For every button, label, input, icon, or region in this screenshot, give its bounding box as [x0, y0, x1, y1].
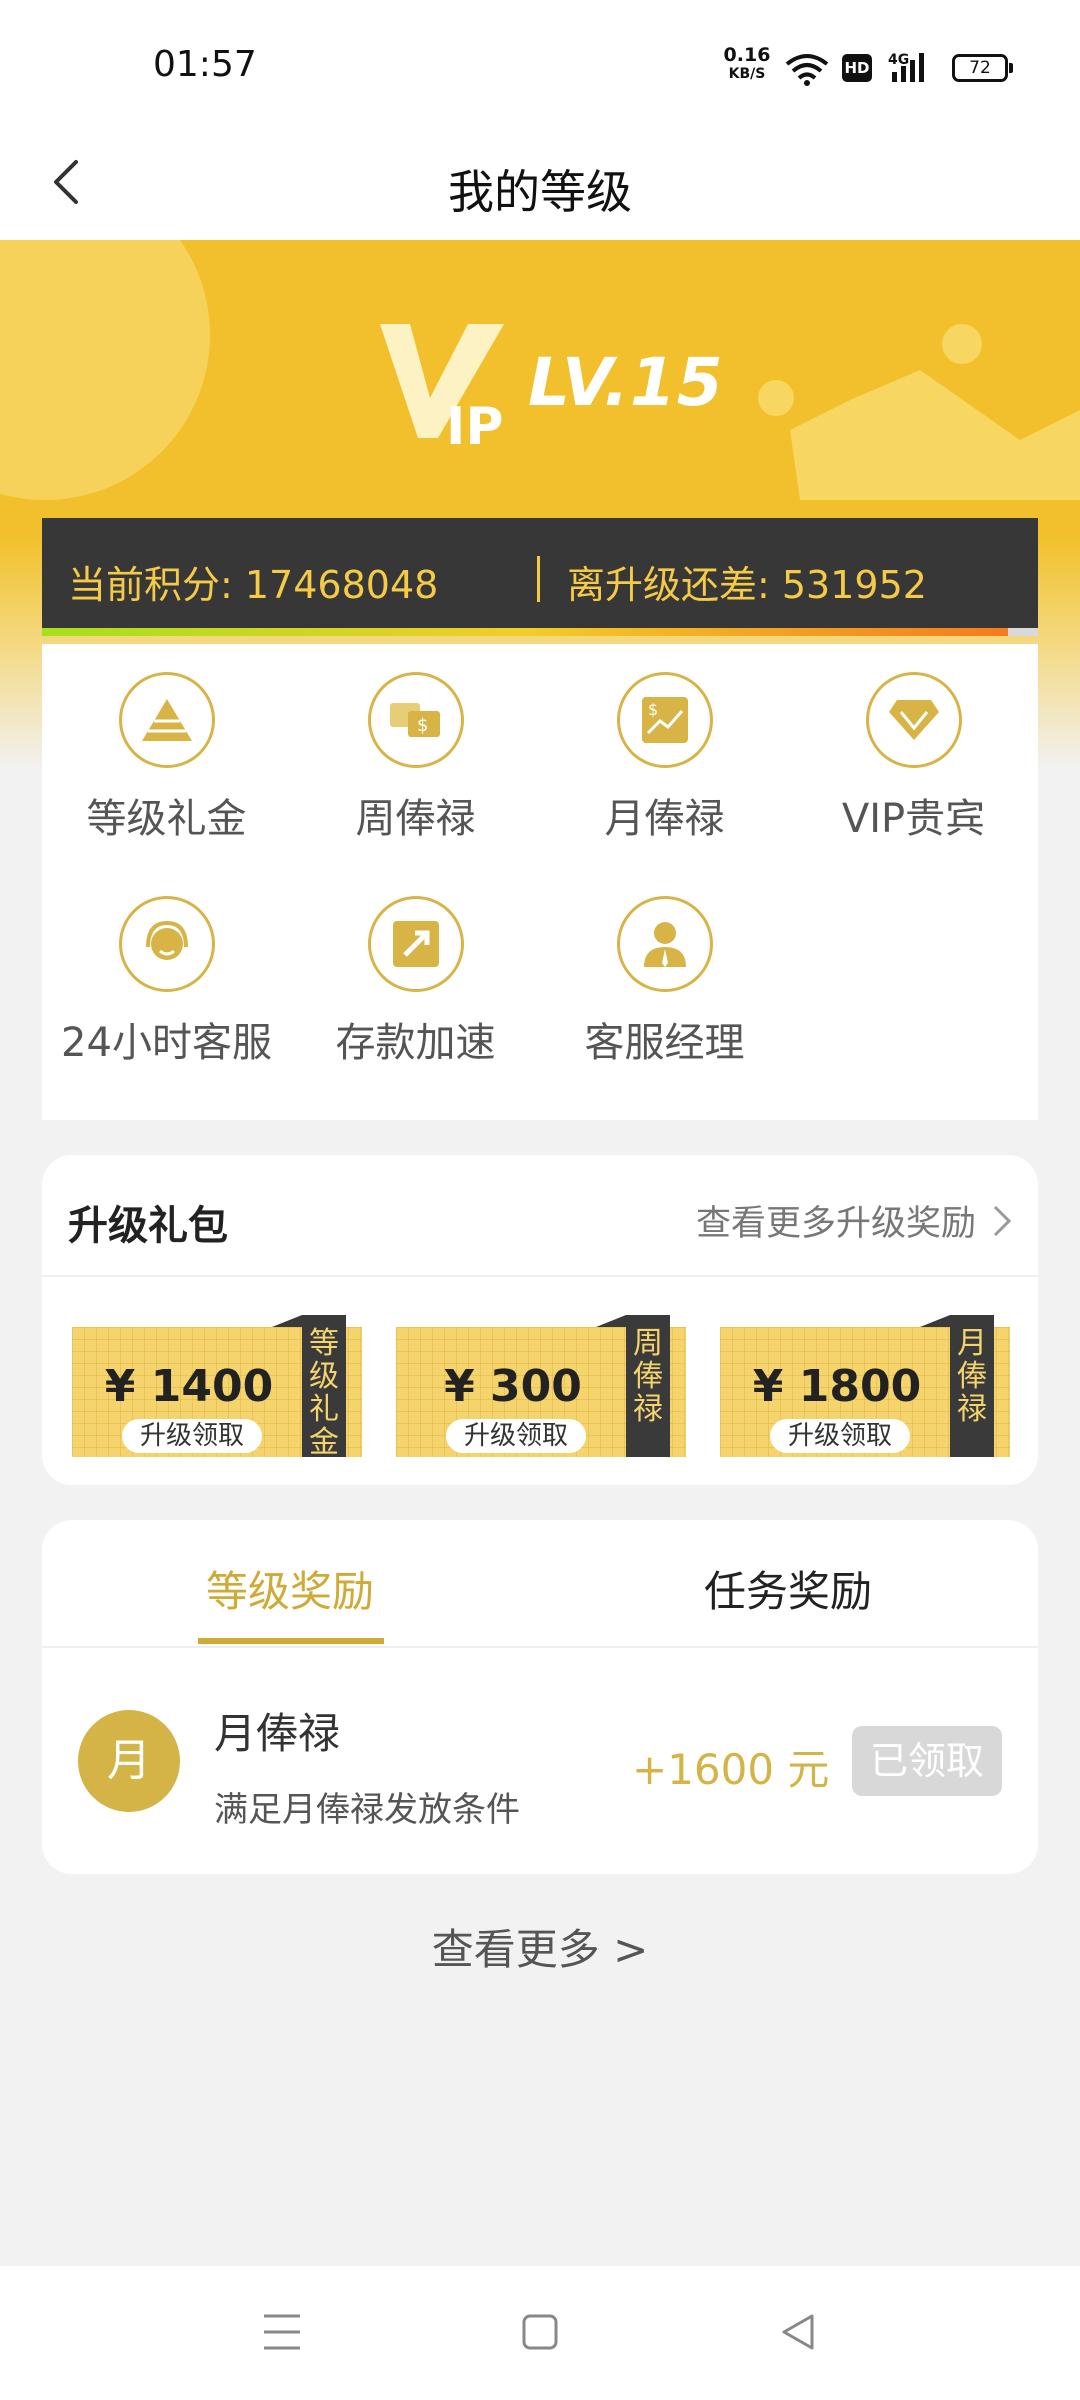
rewards-card: 等级奖励 任务奖励 月 月俸禄 满足月俸禄发放条件 +1600 元 已领取: [42, 1520, 1038, 1874]
ticket-tag: 等级礼金: [272, 1315, 346, 1459]
perk-level-gift[interactable]: 等级礼金: [42, 672, 291, 844]
status-time: 01:57: [153, 44, 257, 85]
vip-level: LV.15: [528, 344, 724, 421]
level-progress-fill: [42, 628, 1009, 636]
upgrade-pack-card: 升级礼包 查看更多升级奖励 ¥ 1400 升级领取 等级礼金 ¥ 300 升级领…: [42, 1155, 1038, 1485]
ticket-amount: ¥ 1400: [104, 1361, 274, 1412]
reward-name: 月俸禄: [214, 1709, 341, 1758]
upgrade-ticket-level-gift[interactable]: ¥ 1400 升级领取 等级礼金: [72, 1315, 362, 1459]
perk-label: VIP贵宾: [841, 796, 986, 842]
perk-label: 存款加速: [335, 1020, 496, 1066]
chevron-right-icon: [993, 1205, 1012, 1236]
svg-text:IP: IP: [446, 397, 503, 448]
manager-icon: [616, 896, 713, 992]
tab-task-rewards[interactable]: 任务奖励: [704, 1558, 872, 1619]
reward-avatar: 月: [78, 1710, 180, 1812]
rocket-icon: [367, 896, 464, 992]
reward-amount: +1600 元: [632, 1745, 830, 1794]
divider: [42, 1646, 1038, 1648]
ticket-claim-label: 升级领取: [446, 1419, 586, 1453]
battery-icon: 72: [952, 54, 1013, 82]
perk-label: 等级礼金: [86, 796, 247, 842]
points-to-upgrade: 离升级还差: 531952: [567, 563, 927, 607]
upgrade-ticket-weekly[interactable]: ¥ 300 升级领取 周俸禄: [396, 1315, 686, 1457]
page-title: 我的等级: [448, 165, 632, 219]
headset-icon: [118, 896, 215, 992]
network-type: 4G: [888, 52, 909, 68]
home-square-icon[interactable]: [520, 2310, 560, 2354]
system-nav-bar: [0, 2266, 1080, 2400]
status-bar: 01:57 0.16 KB/S HD 4G 72: [0, 0, 1080, 130]
perk-24h-service[interactable]: 24小时客服: [42, 896, 291, 1068]
svg-text:$: $: [648, 700, 658, 719]
money-chat-icon: $: [367, 672, 464, 768]
vip-logo-icon: IP: [380, 324, 504, 448]
perk-label: 24小时客服: [61, 1020, 272, 1066]
speed-unit: KB/S: [728, 66, 766, 82]
claimed-button[interactable]: 已领取: [852, 1726, 1002, 1796]
see-more-link[interactable]: 查看更多 >: [0, 1916, 1080, 1977]
current-points: 当前积分: 17468048: [68, 563, 439, 607]
diamond-icon: [865, 672, 962, 768]
points-bar: 当前积分: 17468048 离升级还差: 531952: [42, 518, 1038, 636]
ticket-amount: ¥ 300: [444, 1361, 582, 1412]
active-tab-indicator: [198, 1638, 384, 1644]
wifi-icon: [785, 54, 829, 86]
svg-text:$: $: [417, 715, 428, 736]
perk-account-manager[interactable]: 客服经理: [540, 896, 789, 1068]
tab-level-rewards[interactable]: 等级奖励: [206, 1558, 374, 1619]
divider: [42, 1275, 1038, 1277]
ticket-claim-label: 升级领取: [770, 1419, 910, 1453]
perk-label: 周俸禄: [355, 796, 476, 842]
crown-decor-icon: [758, 324, 1080, 500]
points-divider: [537, 556, 540, 602]
back-triangle-icon[interactable]: [778, 2310, 818, 2354]
more-upgrade-rewards-link[interactable]: 查看更多升级奖励: [696, 1195, 1012, 1246]
ticket-claim-label: 升级领取: [122, 1419, 262, 1453]
ticket-tag: 月俸禄: [920, 1315, 994, 1457]
perk-vip-guest[interactable]: VIP贵宾: [789, 672, 1038, 844]
level-progress-bar: [42, 628, 1038, 636]
more-upgrade-rewards-label: 查看更多升级奖励: [695, 1204, 976, 1244]
decor-circle: [0, 240, 210, 500]
ticket-tag: 周俸禄: [596, 1315, 670, 1457]
reward-description: 满足月俸禄发放条件: [214, 1790, 520, 1830]
upgrade-ticket-monthly[interactable]: ¥ 1800 升级领取 月俸禄: [720, 1315, 1010, 1457]
pyramid-icon: [118, 672, 215, 768]
signal-icon: 4G: [888, 52, 924, 82]
perk-deposit-boost[interactable]: 存款加速: [291, 896, 540, 1068]
speed-value: 0.16: [723, 44, 771, 66]
perk-label: 客服经理: [584, 1020, 745, 1066]
menu-icon[interactable]: [262, 2310, 302, 2354]
perk-monthly-salary[interactable]: $ 月俸禄: [540, 672, 789, 844]
hd-icon: HD: [842, 54, 872, 82]
perk-weekly-salary[interactable]: $ 周俸禄: [291, 672, 540, 844]
network-speed: 0.16 KB/S: [722, 46, 772, 84]
perks-grid: 等级礼金 $ 周俸禄 $ 月俸禄 VIP贵宾 24小时客服 存款加速 客服经理: [42, 644, 1038, 1120]
ticket-amount: ¥ 1800: [752, 1361, 922, 1412]
upgrade-pack-title: 升级礼包: [68, 1203, 228, 1249]
nav-bar: 我的等级: [0, 130, 1080, 240]
chart-money-icon: $: [616, 672, 713, 768]
perk-label: 月俸禄: [604, 796, 725, 842]
